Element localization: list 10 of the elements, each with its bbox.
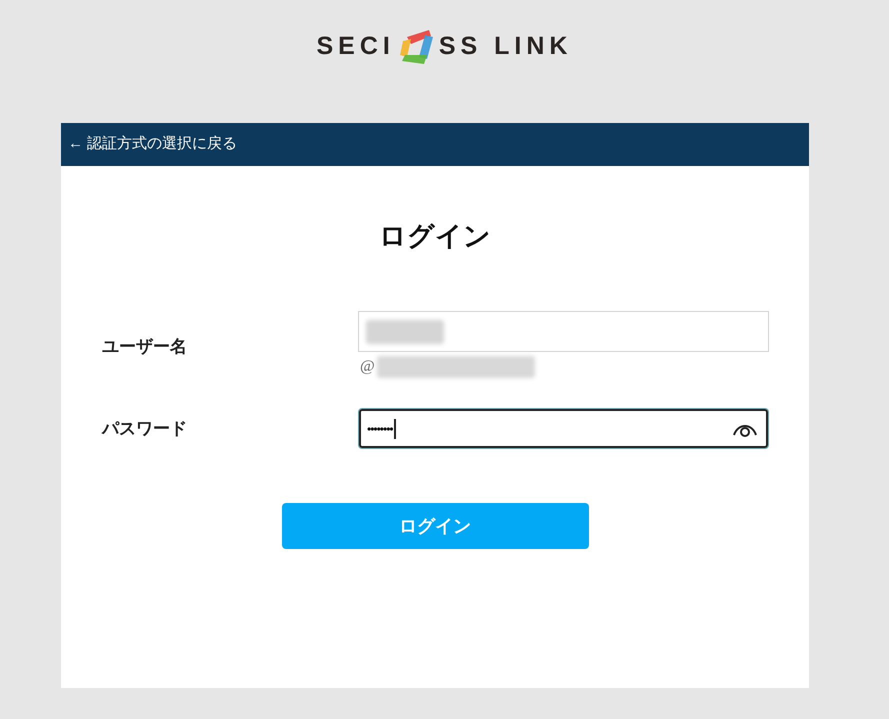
password-field[interactable]: •••••••• (358, 408, 769, 449)
field-label: パスワード (102, 418, 188, 440)
back-link[interactable]: ← 認証方式の選択に戻る (68, 133, 238, 156)
username-field[interactable] (358, 311, 769, 352)
page-title: ログイン (379, 220, 491, 253)
logo-text: SECI (316, 34, 395, 59)
field-label: ユーザー名 (102, 336, 188, 358)
password-value: •••••••• (367, 418, 396, 438)
logo-text: SS LINK (438, 34, 572, 59)
domain-prefix: @ (360, 357, 375, 377)
